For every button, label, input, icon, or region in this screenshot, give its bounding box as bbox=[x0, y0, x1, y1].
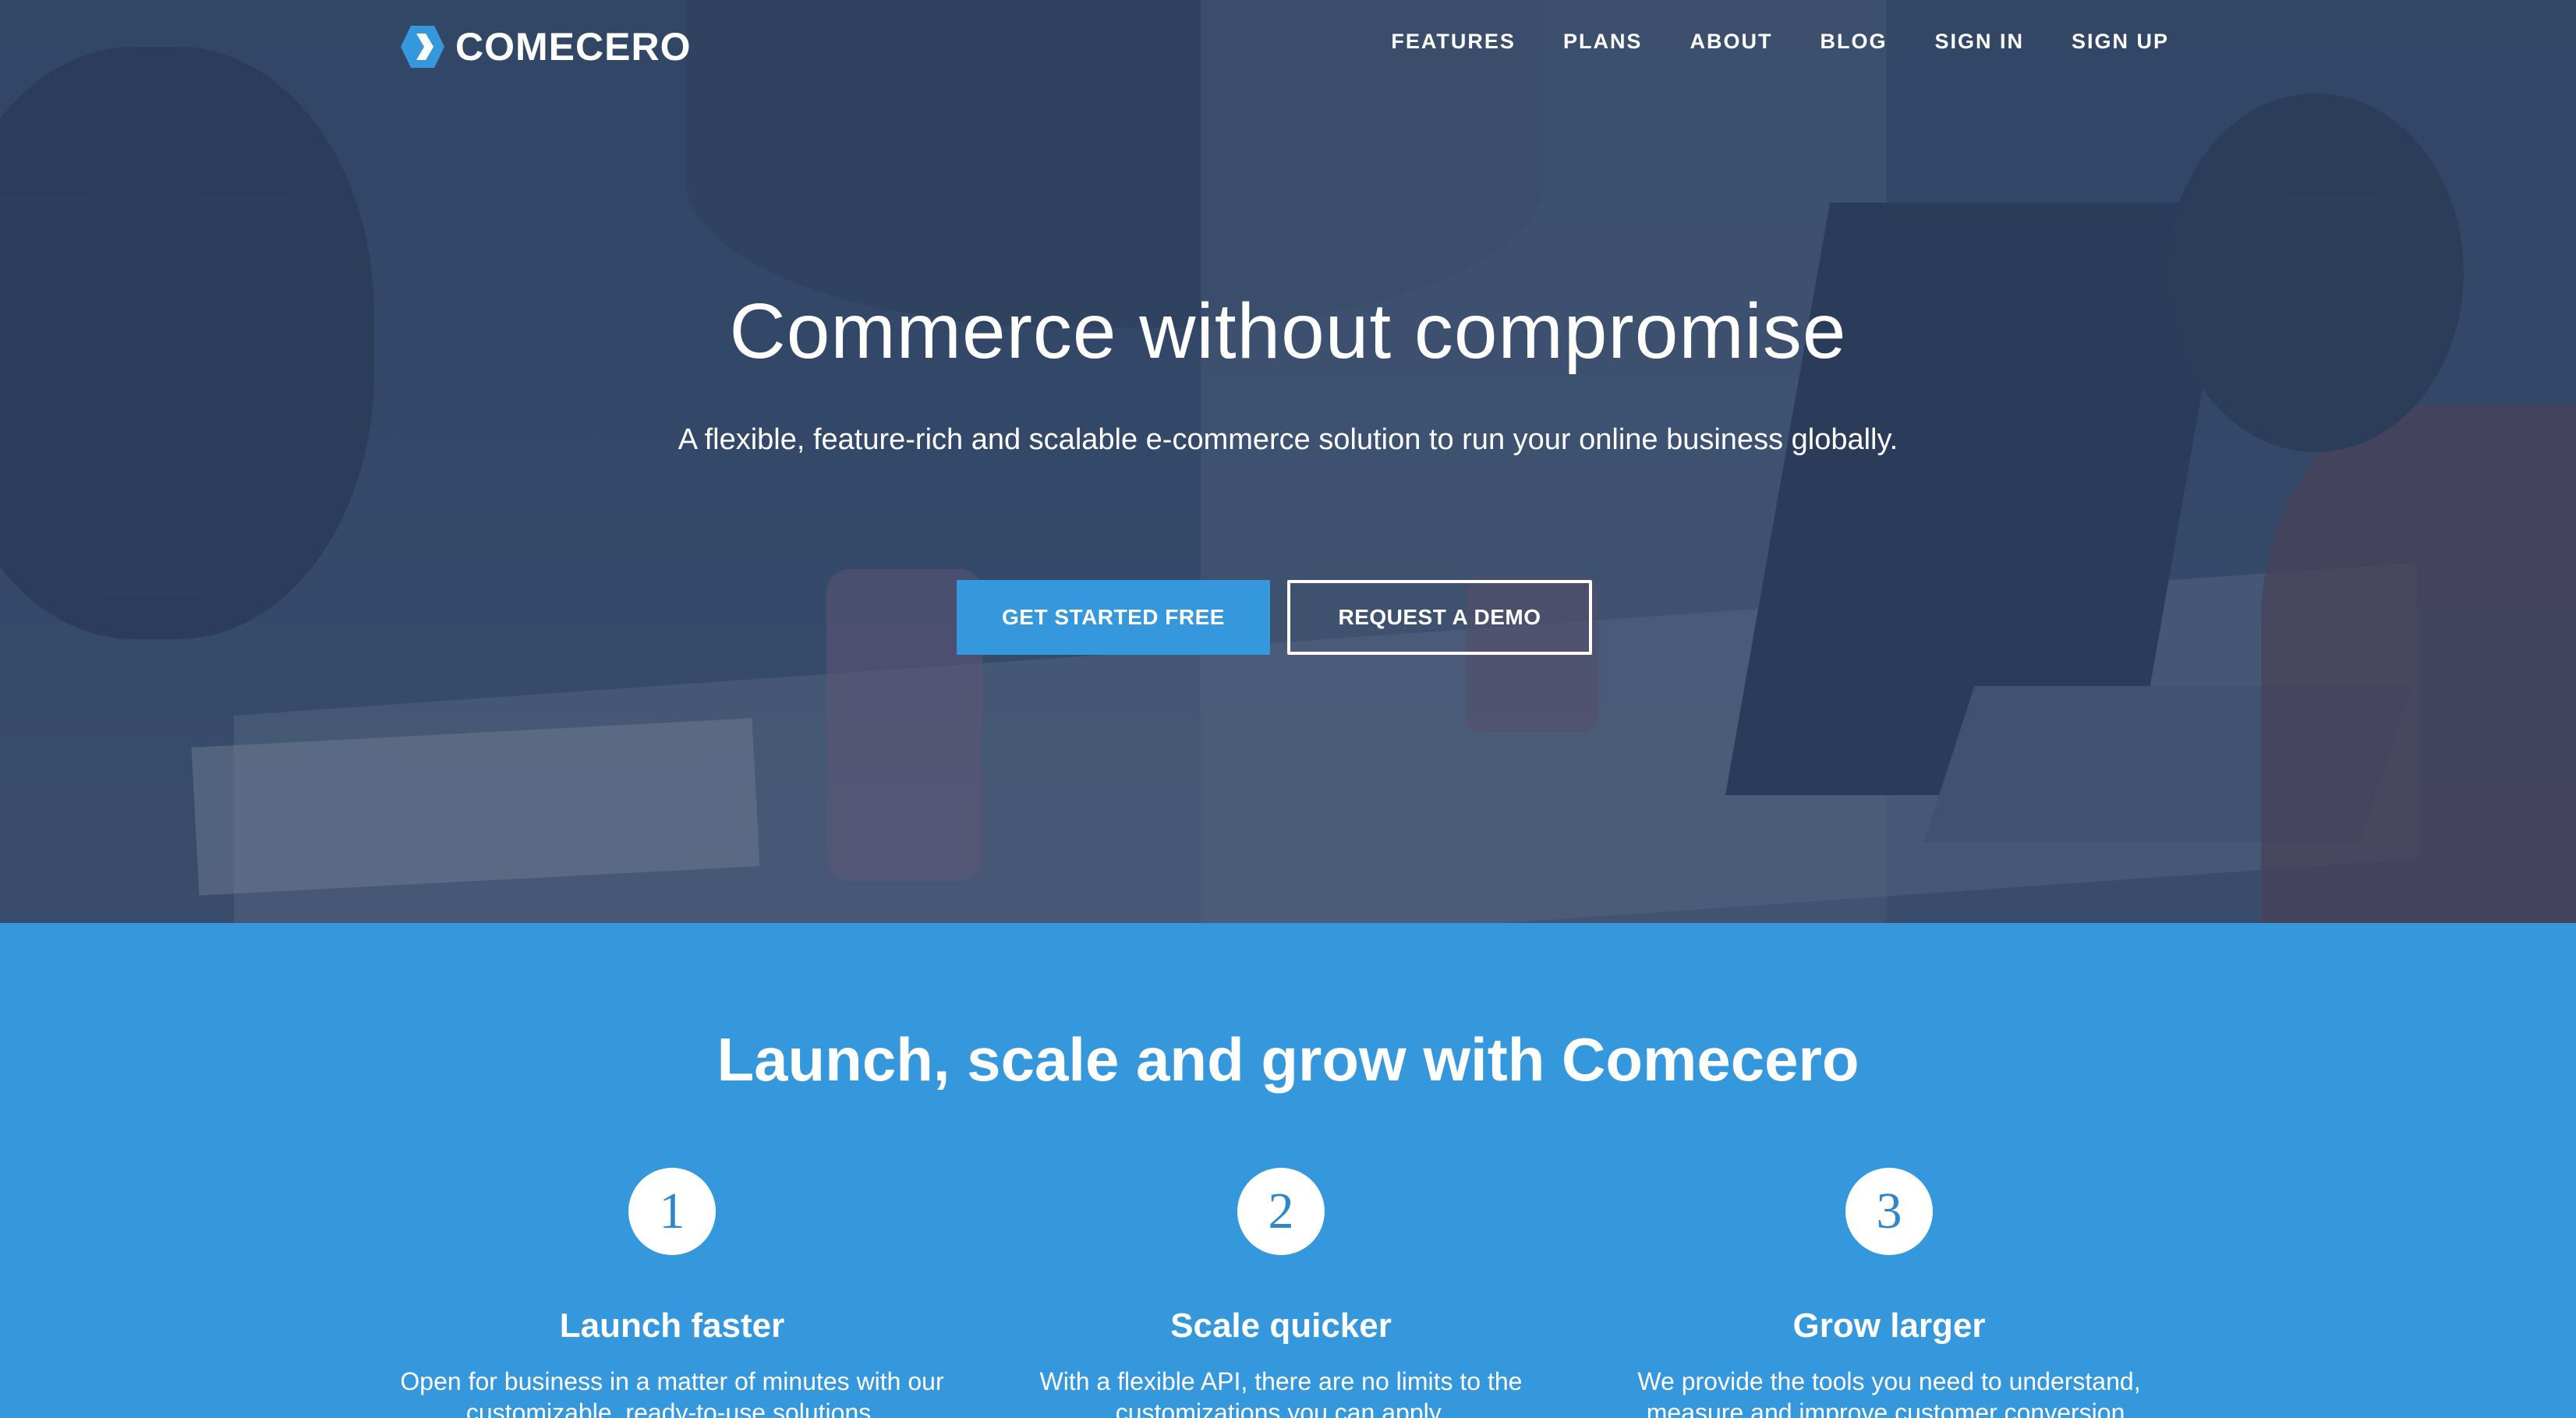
nav-item-blog[interactable]: BLOG bbox=[1820, 30, 1887, 54]
nav-menu: FEATURES PLANS ABOUT BLOG SIGN IN SIGN U… bbox=[1343, 30, 2169, 54]
hero-overlay bbox=[0, 0, 2576, 923]
brand-name: COMECERO bbox=[455, 25, 692, 69]
nav-item-sign-up[interactable]: SIGN UP bbox=[2072, 30, 2169, 54]
features-section: Launch, scale and grow with Comecero 1 L… bbox=[0, 923, 2576, 1418]
feature-column-scale: 2 Scale quicker With a flexible API, the… bbox=[1008, 1168, 1554, 1418]
feature-title: Scale quicker bbox=[1170, 1307, 1392, 1345]
features-title: Launch, scale and grow with Comecero bbox=[717, 1025, 1859, 1094]
hero-section: COMECERO FEATURES PLANS ABOUT BLOG SIGN … bbox=[0, 0, 2576, 923]
feature-column-launch: 1 Launch faster Open for business in a m… bbox=[399, 1168, 945, 1418]
nav-item-features[interactable]: FEATURES bbox=[1391, 30, 1516, 54]
step-number-badge: 2 bbox=[1237, 1168, 1325, 1255]
feature-title: Grow larger bbox=[1792, 1307, 1986, 1345]
feature-description: We provide the tools you need to underst… bbox=[1637, 1367, 2141, 1418]
hero-title: Commerce without compromise bbox=[729, 288, 1847, 375]
get-started-free-button[interactable]: GET STARTED FREE bbox=[957, 580, 1270, 655]
feature-column-grow: 3 Grow larger We provide the tools you n… bbox=[1616, 1168, 2162, 1418]
feature-description: With a flexible API, there are no limits… bbox=[1039, 1367, 1523, 1418]
hexagon-chevron-icon bbox=[399, 24, 446, 69]
top-navigation: COMECERO FEATURES PLANS ABOUT BLOG SIGN … bbox=[0, 0, 2576, 94]
step-number-badge: 1 bbox=[628, 1168, 716, 1255]
nav-item-about[interactable]: ABOUT bbox=[1690, 30, 1772, 54]
nav-item-sign-in[interactable]: SIGN IN bbox=[1934, 30, 2024, 54]
step-number-badge: 3 bbox=[1845, 1168, 1933, 1255]
hero-subtitle: A flexible, feature-rich and scalable e-… bbox=[678, 423, 1898, 456]
nav-item-plans[interactable]: PLANS bbox=[1563, 30, 1643, 54]
feature-description: Open for business in a matter of minutes… bbox=[400, 1367, 944, 1418]
feature-title: Launch faster bbox=[559, 1307, 785, 1345]
brand-logo[interactable]: COMECERO bbox=[399, 23, 691, 70]
request-demo-button[interactable]: REQUEST A DEMO bbox=[1287, 580, 1592, 655]
